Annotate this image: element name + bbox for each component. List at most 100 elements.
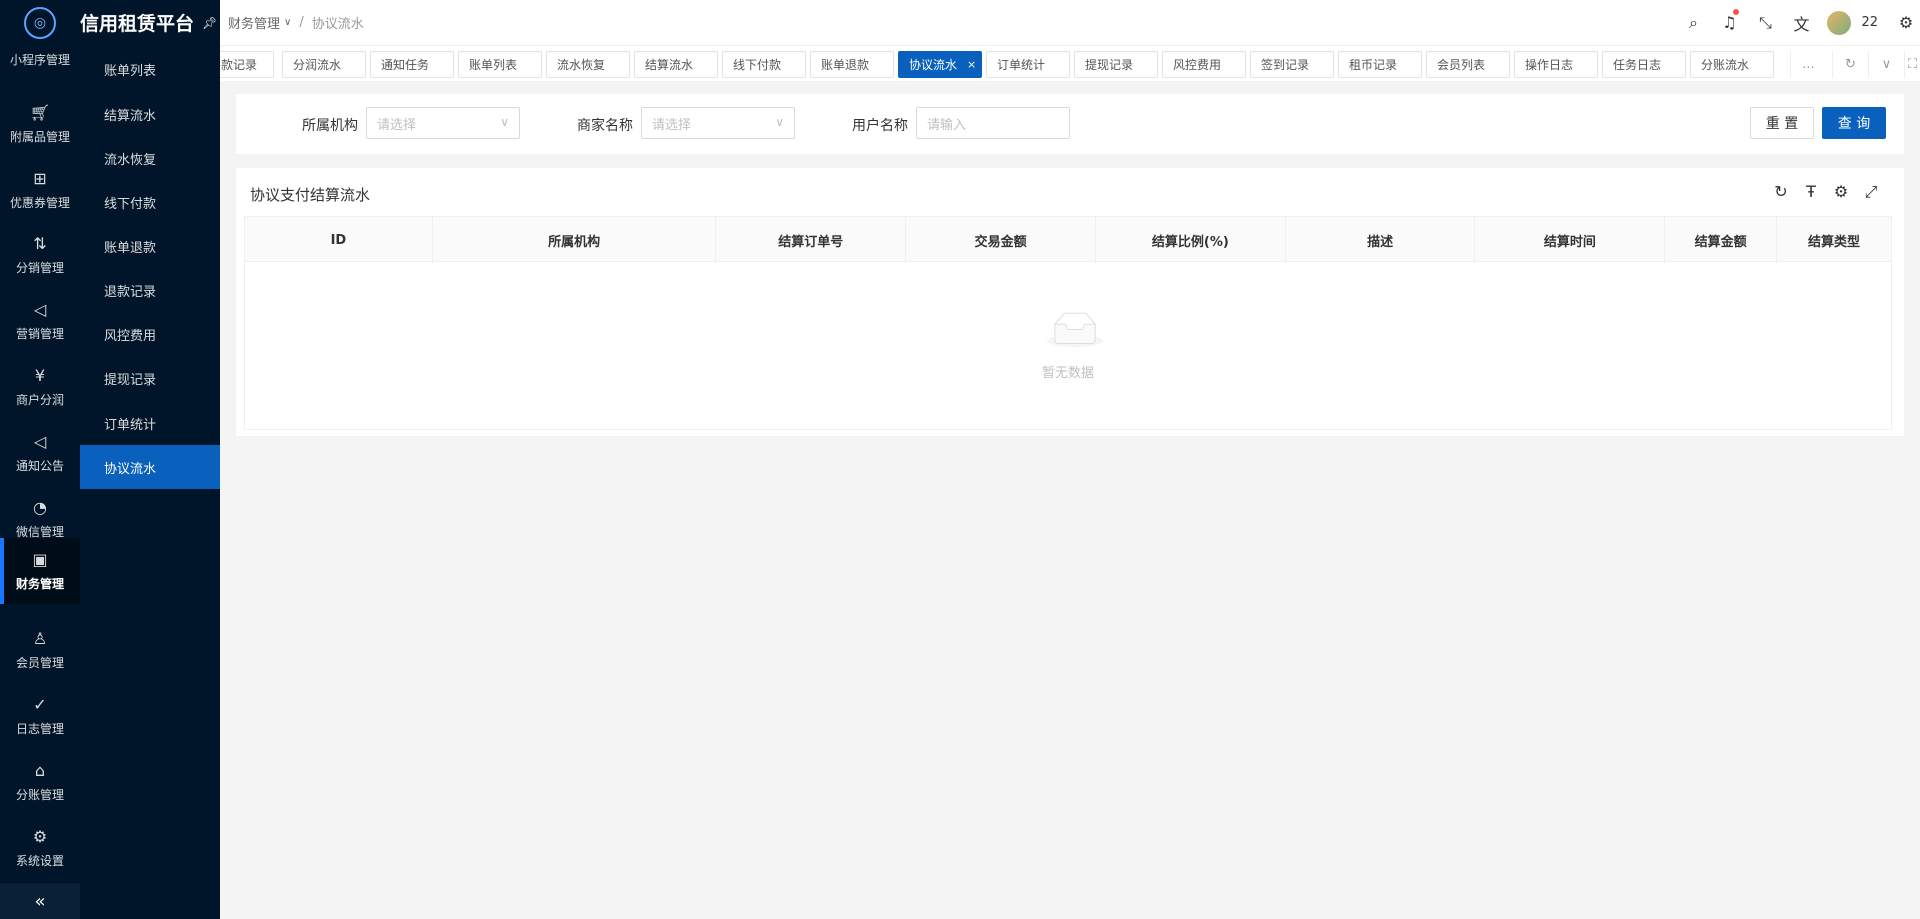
fullscreen-icon[interactable]: ⤢: [1856, 182, 1886, 202]
rail-item-coupon[interactable]: ⊞ 优惠券管理: [0, 157, 80, 223]
search-icon[interactable]: ⌕: [1675, 13, 1711, 33]
tab[interactable]: 会员列表: [1426, 51, 1510, 78]
rail-item-label: 通知公告: [15, 458, 64, 473]
rail-item-label: 附属品管理: [9, 129, 70, 144]
rail-item-split[interactable]: ⌂ 分账管理: [0, 749, 80, 815]
finance-icon: ▣: [32, 549, 48, 569]
column-header[interactable]: 描述: [1286, 217, 1476, 263]
submenu-item[interactable]: 风控费用: [80, 312, 220, 356]
tab[interactable]: 签到记录: [1250, 51, 1334, 78]
column-header[interactable]: ID: [245, 217, 433, 263]
density-icon[interactable]: Ŧ: [1796, 182, 1826, 202]
rail-item-distribution[interactable]: ⇅ 分销管理: [0, 222, 80, 288]
collapse-button[interactable]: «: [0, 883, 80, 919]
query-button[interactable]: 查 询: [1822, 107, 1886, 139]
avatar[interactable]: [1827, 10, 1852, 35]
rail-item-miniapp[interactable]: 小程序管理: [0, 45, 80, 73]
table-toolbar: ↻ Ŧ ⚙ ⤢: [1766, 182, 1886, 202]
column-header[interactable]: 结算比例(%): [1096, 217, 1286, 263]
gear-icon[interactable]: ⚙: [1826, 182, 1856, 202]
rail-item-label: 分销管理: [15, 260, 64, 275]
notification-dot: [1733, 9, 1740, 15]
yen-icon: ¥: [34, 365, 46, 385]
submenu-item[interactable]: 账单退款: [80, 224, 220, 268]
split-icon: ⌂: [34, 760, 46, 780]
tab[interactable]: 提现记录: [1074, 51, 1158, 78]
tab[interactable]: 操作日志: [1514, 51, 1598, 78]
user-name[interactable]: 22: [1861, 15, 1878, 30]
more-icon: ...: [1802, 57, 1815, 72]
tab[interactable]: 款记录: [220, 51, 274, 78]
rail-item-label: 日志管理: [15, 721, 64, 736]
logo: ◎: [0, 0, 80, 45]
logo-icon: ◎: [24, 6, 56, 39]
rail-item-accessory[interactable]: 🛒︎ 附属品管理: [0, 91, 80, 157]
table-title: 协议支付结算流水: [250, 186, 371, 204]
rail-item-settings[interactable]: ⚙ 系统设置: [0, 815, 80, 881]
tab[interactable]: 分账流水: [1690, 51, 1774, 78]
tab[interactable]: 线下付款: [722, 51, 806, 78]
tab[interactable]: 账单退款: [810, 51, 894, 78]
submenu-item[interactable]: 流水恢复: [80, 136, 220, 180]
user-input[interactable]: 请输入: [916, 107, 1070, 139]
merchant-label: 商家名称: [577, 118, 633, 134]
chevron-down-icon[interactable]: ∨: [1868, 51, 1904, 78]
column-header[interactable]: 交易金额: [906, 217, 1096, 263]
user-placeholder: 请输入: [927, 117, 967, 133]
column-header[interactable]: 结算时间: [1475, 217, 1666, 263]
gear-icon: ⚙: [32, 826, 48, 846]
fullscreen-icon[interactable]: ⤡: [1747, 13, 1783, 33]
pin-icon[interactable]: 📌︎: [202, 16, 217, 30]
submenu-item[interactable]: 线下付款: [80, 180, 220, 224]
gift-icon: ⊞: [33, 168, 47, 188]
log-icon: ✓: [33, 694, 47, 714]
tab[interactable]: 账单列表: [458, 51, 542, 78]
tab[interactable]: 结算流水: [634, 51, 718, 78]
rail-item-label: 会员管理: [15, 655, 64, 670]
submenu-item[interactable]: 结算流水: [80, 92, 220, 136]
column-header[interactable]: 结算类型: [1777, 217, 1891, 263]
submenu-item-active[interactable]: 协议流水: [80, 445, 220, 489]
breadcrumb-parent[interactable]: 财务管理: [228, 13, 280, 32]
tab[interactable]: 租币记录: [1338, 51, 1422, 78]
tab[interactable]: 任务日志: [1602, 51, 1686, 78]
bell-icon[interactable]: ♫: [1711, 9, 1747, 32]
close-icon[interactable]: ×: [967, 58, 976, 71]
wechat-icon: ◔: [33, 497, 47, 517]
rail-item-profit[interactable]: ¥ 商户分润: [0, 354, 80, 420]
submenu-item[interactable]: 退款记录: [80, 268, 220, 312]
reset-button[interactable]: 重 置: [1750, 107, 1814, 139]
rail-item-notice[interactable]: ◁ 通知公告: [0, 420, 80, 486]
org-label: 所属机构: [302, 118, 358, 134]
rail-item-log[interactable]: ✓ 日志管理: [0, 683, 80, 749]
column-header[interactable]: 结算订单号: [716, 217, 907, 263]
tab-label: 协议流水: [909, 58, 958, 72]
rail-item-member[interactable]: ♙ 会员管理: [0, 617, 80, 683]
tab-active[interactable]: 协议流水 ×: [898, 51, 982, 78]
brand-title: 信用租赁平台: [80, 13, 195, 35]
refresh-icon[interactable]: ↻: [1766, 182, 1796, 202]
submenu-item[interactable]: 账单列表: [80, 47, 220, 91]
submenu-item[interactable]: 订单统计: [80, 401, 220, 445]
tab[interactable]: 通知任务: [370, 51, 454, 78]
tab[interactable]: 风控费用: [1162, 51, 1246, 78]
tab[interactable]: 分润流水: [282, 51, 366, 78]
notice-icon: ◁: [33, 431, 47, 451]
refresh-icon[interactable]: ↻: [1832, 51, 1868, 78]
org-select[interactable]: 请选择 ∨: [366, 107, 520, 139]
column-header[interactable]: 所属机构: [433, 217, 717, 263]
tab[interactable]: 订单统计: [986, 51, 1070, 78]
submenu-item[interactable]: 提现记录: [80, 356, 220, 400]
table-header: ID 所属机构 结算订单号 交易金额 结算比例(%) 描述 结算时间 结算金额 …: [244, 216, 1892, 263]
fold-icon[interactable]: ⛶: [1904, 51, 1920, 78]
rail-item-label: 分账管理: [15, 787, 64, 802]
rail-item-finance[interactable]: ▣ 财务管理: [0, 538, 80, 604]
gear-icon[interactable]: ⚙: [1892, 13, 1920, 32]
merchant-select[interactable]: 请选择 ∨: [641, 107, 795, 139]
translate-icon[interactable]: 文: [1783, 11, 1819, 35]
column-header[interactable]: 结算金额: [1665, 217, 1778, 263]
chevron-down-icon: ∨: [284, 17, 292, 28]
rail-item-marketing[interactable]: ◁ 营销管理: [0, 288, 80, 354]
tab[interactable]: 流水恢复: [546, 51, 630, 78]
tabs-more-button[interactable]: ...: [1790, 51, 1826, 78]
